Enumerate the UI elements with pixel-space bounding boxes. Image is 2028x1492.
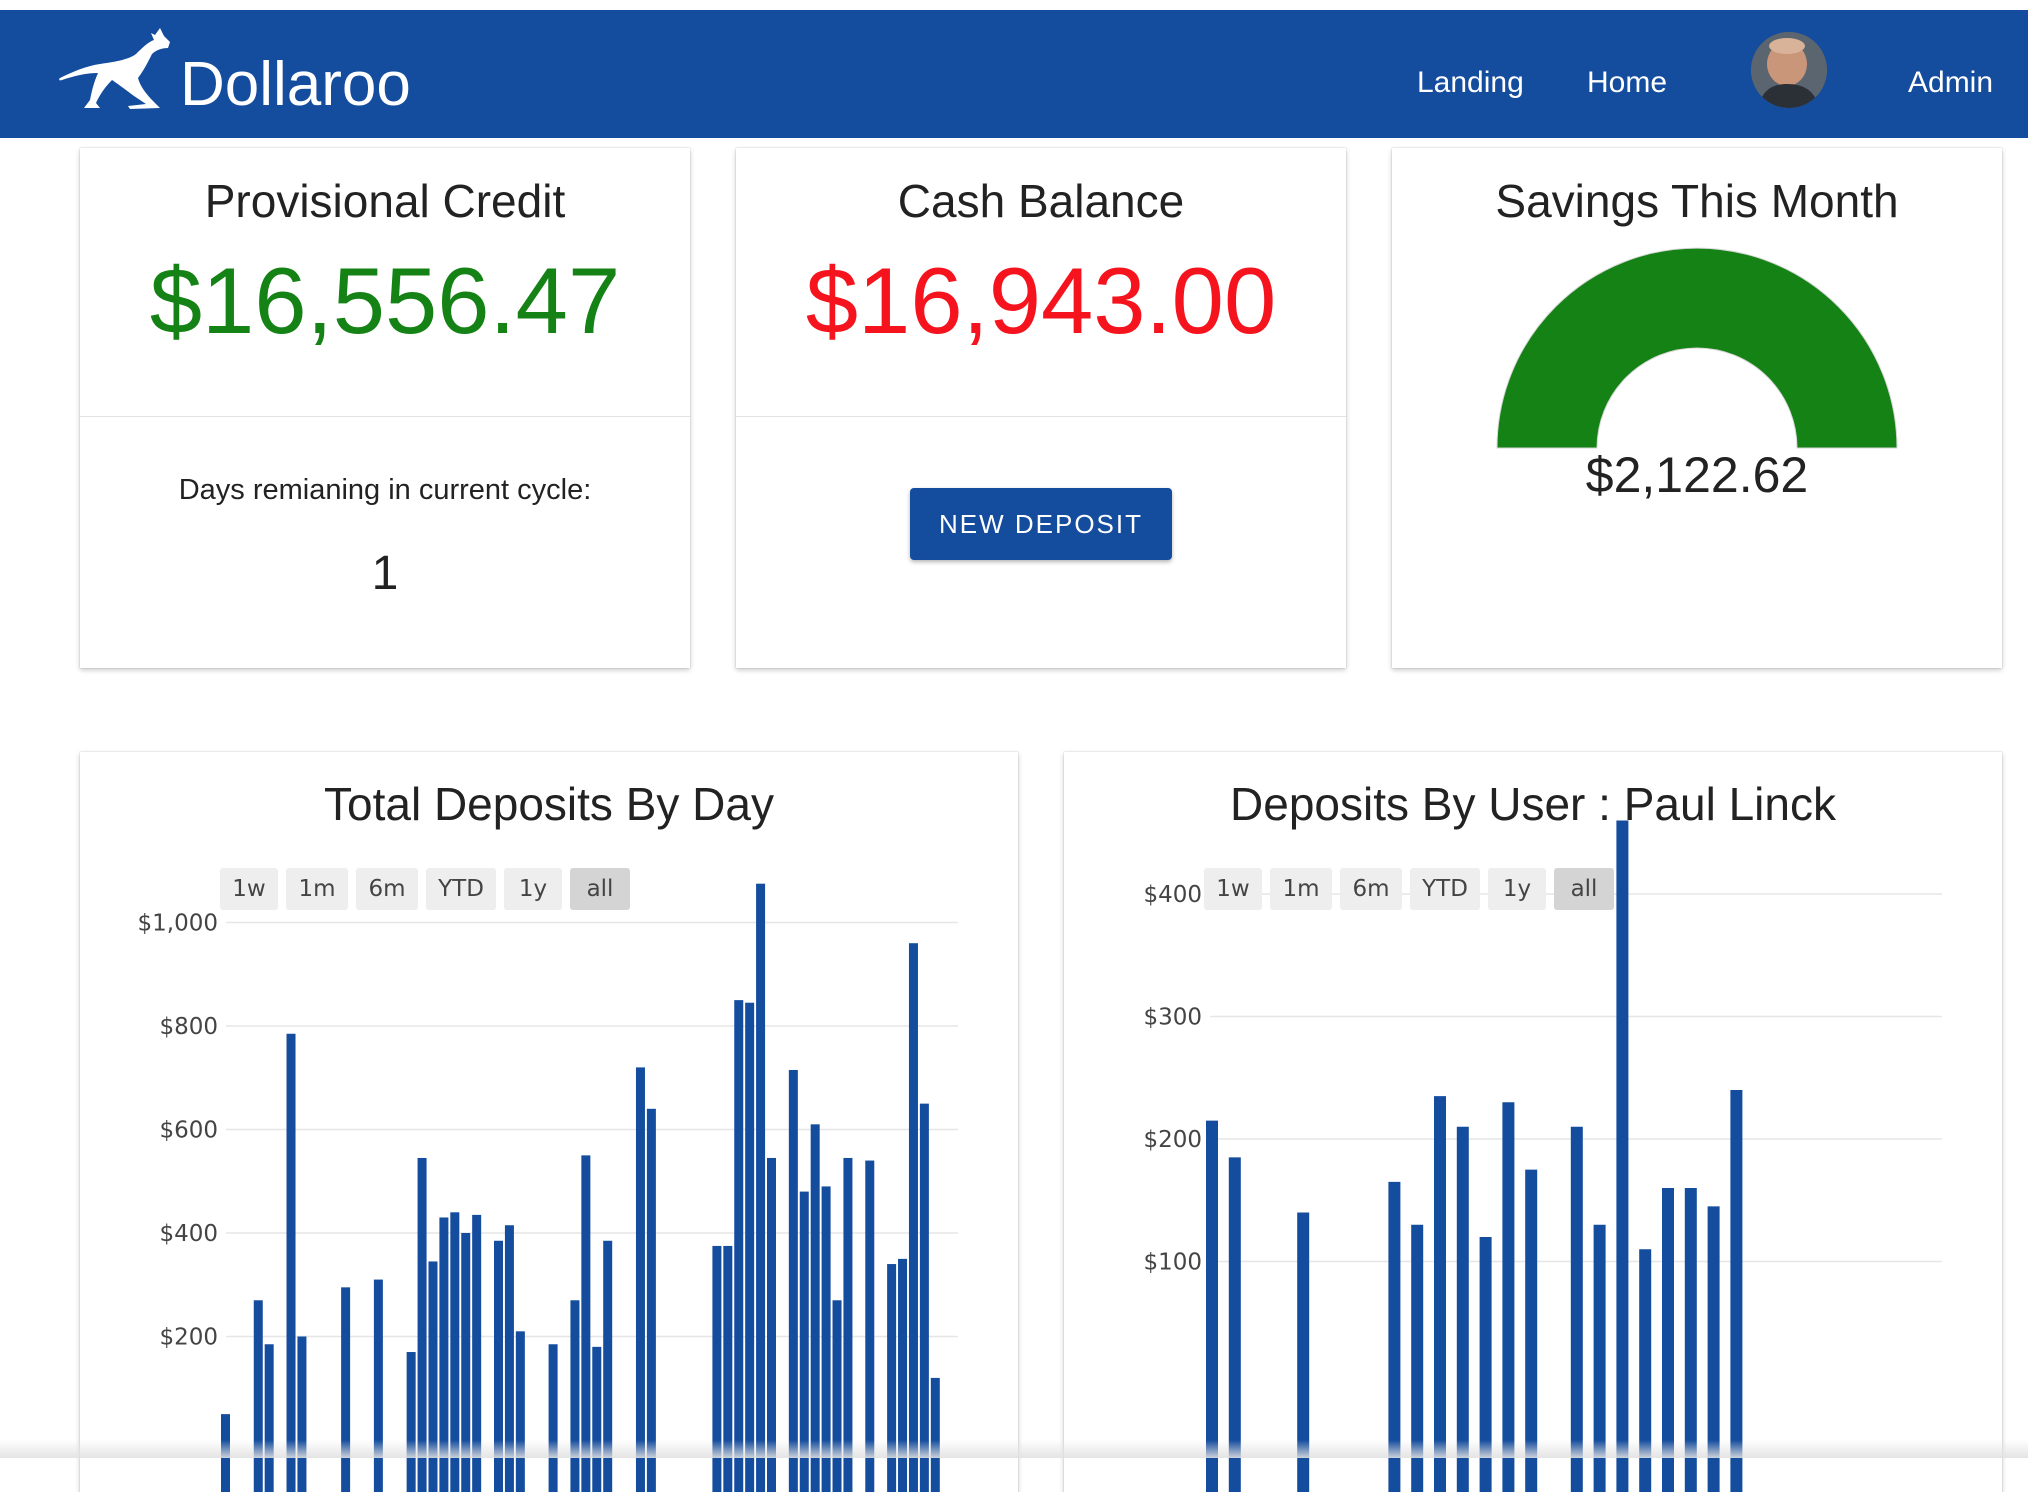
savings-title: Savings This Month (1392, 174, 2002, 228)
nav-home-link[interactable]: Home (1587, 60, 1667, 106)
bar[interactable] (1434, 1096, 1446, 1492)
bar[interactable] (265, 1344, 274, 1492)
gauge-fill (1497, 248, 1897, 448)
user-range-1w[interactable]: 1w (1204, 868, 1262, 910)
savings-gauge (1492, 244, 1902, 454)
provisional-credit-card: Provisional Credit $16,556.47 Days remia… (80, 148, 690, 668)
nav-admin-link[interactable]: Admin (1908, 60, 1993, 106)
nav-landing-link[interactable]: Landing (1417, 60, 1524, 106)
card-divider (80, 416, 690, 417)
new-deposit-button[interactable]: NEW DEPOSIT (910, 488, 1172, 560)
bar[interactable] (1502, 1102, 1514, 1492)
chart-title: Deposits By User : Paul Linck (1230, 778, 1837, 830)
user-deposits-chart: Deposits By User : Paul Linck $100 $200 $30… (1064, 752, 2002, 1492)
bar[interactable] (920, 1104, 929, 1492)
user-range-1y[interactable]: 1y (1488, 868, 1546, 910)
avatar-photo-icon (1751, 32, 1827, 108)
y-tick-label: $400 (1143, 882, 1202, 908)
y-tick-label: $1,000 (138, 911, 218, 937)
brand-name[interactable]: Dollaroo (180, 48, 411, 122)
chart-title: Total Deposits By Day (324, 778, 774, 830)
bar[interactable] (297, 1337, 306, 1492)
cash-balance-title: Cash Balance (736, 174, 1346, 228)
y-tick-label: $300 (1143, 1005, 1202, 1031)
bar[interactable] (636, 1067, 645, 1492)
total-range-1m[interactable]: 1m (286, 868, 348, 910)
bar[interactable] (341, 1287, 350, 1492)
bar[interactable] (789, 1070, 798, 1492)
provisional-credit-title: Provisional Credit (80, 174, 690, 228)
app-bar: Dollaroo Landing Home Admin (0, 10, 2028, 138)
cycle-days-value: 1 (80, 546, 690, 601)
bar[interactable] (287, 1034, 296, 1492)
y-tick-label: $400 (159, 1221, 218, 1247)
bar[interactable] (909, 943, 918, 1492)
bar[interactable] (811, 1124, 820, 1492)
bar[interactable] (407, 1352, 416, 1492)
user-deposits-card: Deposits By User : Paul Linck $100 $200 $30… (1064, 752, 2002, 1492)
bar[interactable] (516, 1331, 525, 1492)
window-bottom-edge (0, 1440, 2028, 1458)
savings-amount: $2,122.62 (1392, 446, 2002, 504)
kangaroo-logo-icon[interactable] (56, 24, 172, 110)
bar[interactable] (374, 1280, 383, 1492)
total-deposits-card: Total Deposits By Day $200 $400 $600 $800 $1,… (80, 752, 1018, 1492)
y-tick-label: $600 (159, 1118, 218, 1144)
total-range-all[interactable]: all (570, 868, 630, 910)
bar[interactable] (745, 1003, 754, 1492)
total-range-6m[interactable]: 6m (356, 868, 418, 910)
user-range-ytd[interactable]: YTD (1410, 868, 1480, 910)
bar[interactable] (647, 1109, 656, 1492)
bar[interactable] (734, 1000, 743, 1492)
y-tick-label: $200 (1143, 1127, 1202, 1153)
bar[interactable] (549, 1344, 558, 1492)
savings-card: Savings This Month $2,122.62 (1392, 148, 2002, 668)
total-range-ytd[interactable]: YTD (426, 868, 496, 910)
total-deposits-chart: Total Deposits By Day $200 $400 $600 $800 $1,… (80, 752, 1018, 1492)
bar[interactable] (833, 1300, 842, 1492)
bar[interactable] (931, 1378, 940, 1492)
user-avatar[interactable] (1751, 32, 1827, 108)
bar[interactable] (1206, 1121, 1218, 1492)
user-range-1m[interactable]: 1m (1270, 868, 1332, 910)
bar[interactable] (1616, 821, 1628, 1492)
y-tick-label: $200 (159, 1325, 218, 1351)
provisional-credit-amount: $16,556.47 (80, 246, 690, 356)
cycle-days-label: Days remianing in current cycle: (80, 474, 690, 507)
total-range-1y[interactable]: 1y (504, 868, 562, 910)
bar[interactable] (254, 1300, 263, 1492)
cash-balance-card: Cash Balance $16,943.00 NEW DEPOSIT (736, 148, 1346, 668)
card-divider (736, 416, 1346, 417)
cash-balance-amount: $16,943.00 (736, 246, 1346, 356)
total-range-1w[interactable]: 1w (220, 868, 278, 910)
y-tick-label: $800 (159, 1014, 218, 1040)
bar[interactable] (756, 884, 765, 1492)
bar[interactable] (1571, 1127, 1583, 1492)
bar[interactable] (1730, 1090, 1742, 1492)
bar[interactable] (570, 1300, 579, 1492)
bar[interactable] (592, 1347, 601, 1492)
user-range-all[interactable]: all (1554, 868, 1614, 910)
bar[interactable] (1457, 1127, 1469, 1492)
user-range-6m[interactable]: 6m (1340, 868, 1402, 910)
y-tick-label: $100 (1143, 1250, 1202, 1276)
